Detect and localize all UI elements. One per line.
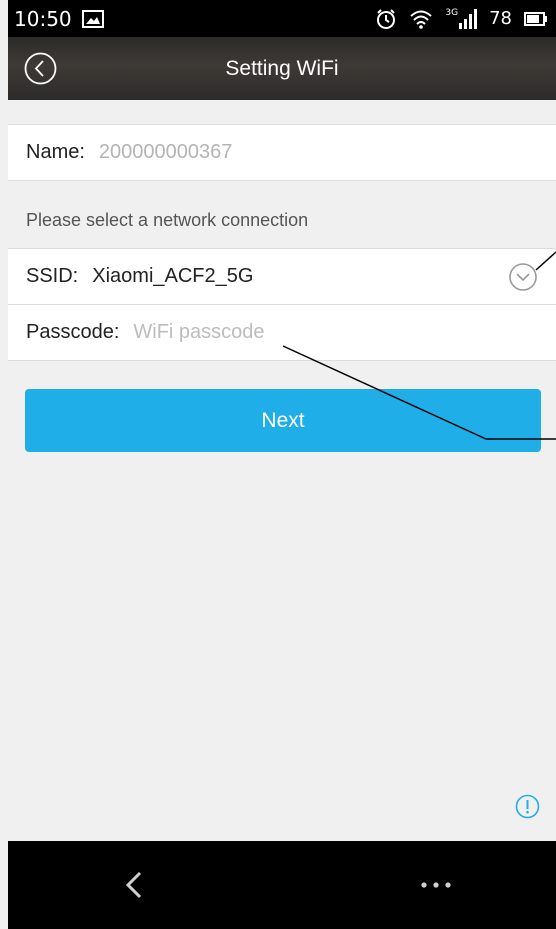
- status-time: 10:50: [14, 6, 72, 31]
- passcode-input[interactable]: [133, 321, 434, 344]
- status-right: 3G 78: [375, 8, 548, 30]
- ssid-row[interactable]: SSID: Xiaomi_ACF2_5G: [8, 248, 556, 304]
- gallery-icon: [81, 9, 104, 28]
- nav-back-button[interactable]: [116, 863, 152, 907]
- alarm-icon: [375, 8, 397, 30]
- battery-level: 78: [489, 8, 512, 29]
- page-title: Setting WiFi: [225, 57, 339, 80]
- network-type-label: 3G: [445, 7, 459, 18]
- battery-icon: [524, 11, 548, 27]
- status-left: 10:50: [14, 7, 104, 31]
- next-button[interactable]: Next: [25, 389, 541, 452]
- navigation-bar: [8, 841, 556, 929]
- status-bar: 10:50 3G 78: [8, 0, 556, 37]
- nav-menu-icon: [421, 882, 451, 888]
- app-header: Setting WiFi: [8, 37, 556, 100]
- content-area: Name: 200000000367 Please select a netwo…: [8, 100, 556, 841]
- info-button[interactable]: [515, 794, 540, 819]
- wifi-icon: [409, 9, 433, 29]
- ssid-label: SSID:: [26, 265, 79, 287]
- network-section-hint: Please select a network connection: [26, 210, 309, 230]
- ssid-dropdown-button[interactable]: [508, 262, 538, 292]
- nav-back-icon: [125, 871, 142, 899]
- passcode-label: Passcode:: [26, 321, 120, 343]
- passcode-row: Passcode:: [8, 304, 556, 361]
- name-value: 200000000367: [98, 141, 233, 163]
- info-icon: [515, 794, 540, 819]
- chevron-down-circle-icon: [509, 263, 537, 291]
- nav-menu-button[interactable]: [414, 871, 458, 899]
- name-label: Name:: [26, 141, 85, 163]
- ssid-value: Xiaomi_ACF2_5G: [92, 265, 254, 287]
- device-name-row: Name: 200000000367: [8, 124, 556, 181]
- signal-icon: 3G: [445, 7, 478, 29]
